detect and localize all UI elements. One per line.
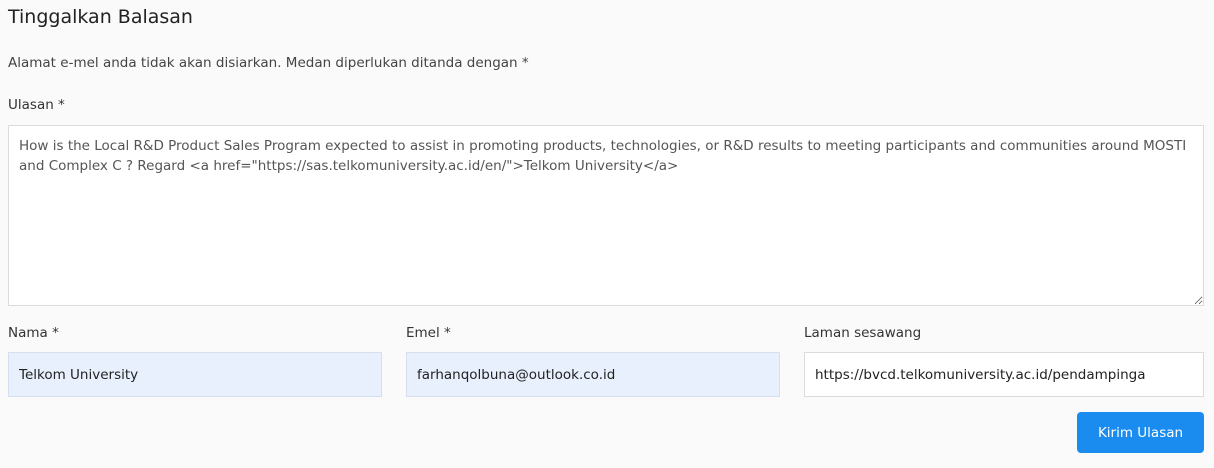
comment-textarea[interactable]: How is the Local R&D Product Sales Progr… [8,125,1204,306]
submit-comment-button[interactable]: Kirim Ulasan [1077,412,1204,453]
comment-notes: Alamat e-mel anda tidak akan disiarkan. … [8,55,529,71]
website-label: Laman sesawang [804,325,922,341]
email-input[interactable] [406,352,780,397]
name-label: Nama * [8,325,59,341]
name-input[interactable] [8,352,382,397]
website-input[interactable] [804,352,1204,397]
reply-title: Tinggalkan Balasan [8,6,193,28]
reply-form: Tinggalkan Balasan Alamat e-mel anda tid… [0,0,1214,468]
email-label: Emel * [406,325,451,341]
comment-label: Ulasan * [8,97,65,113]
